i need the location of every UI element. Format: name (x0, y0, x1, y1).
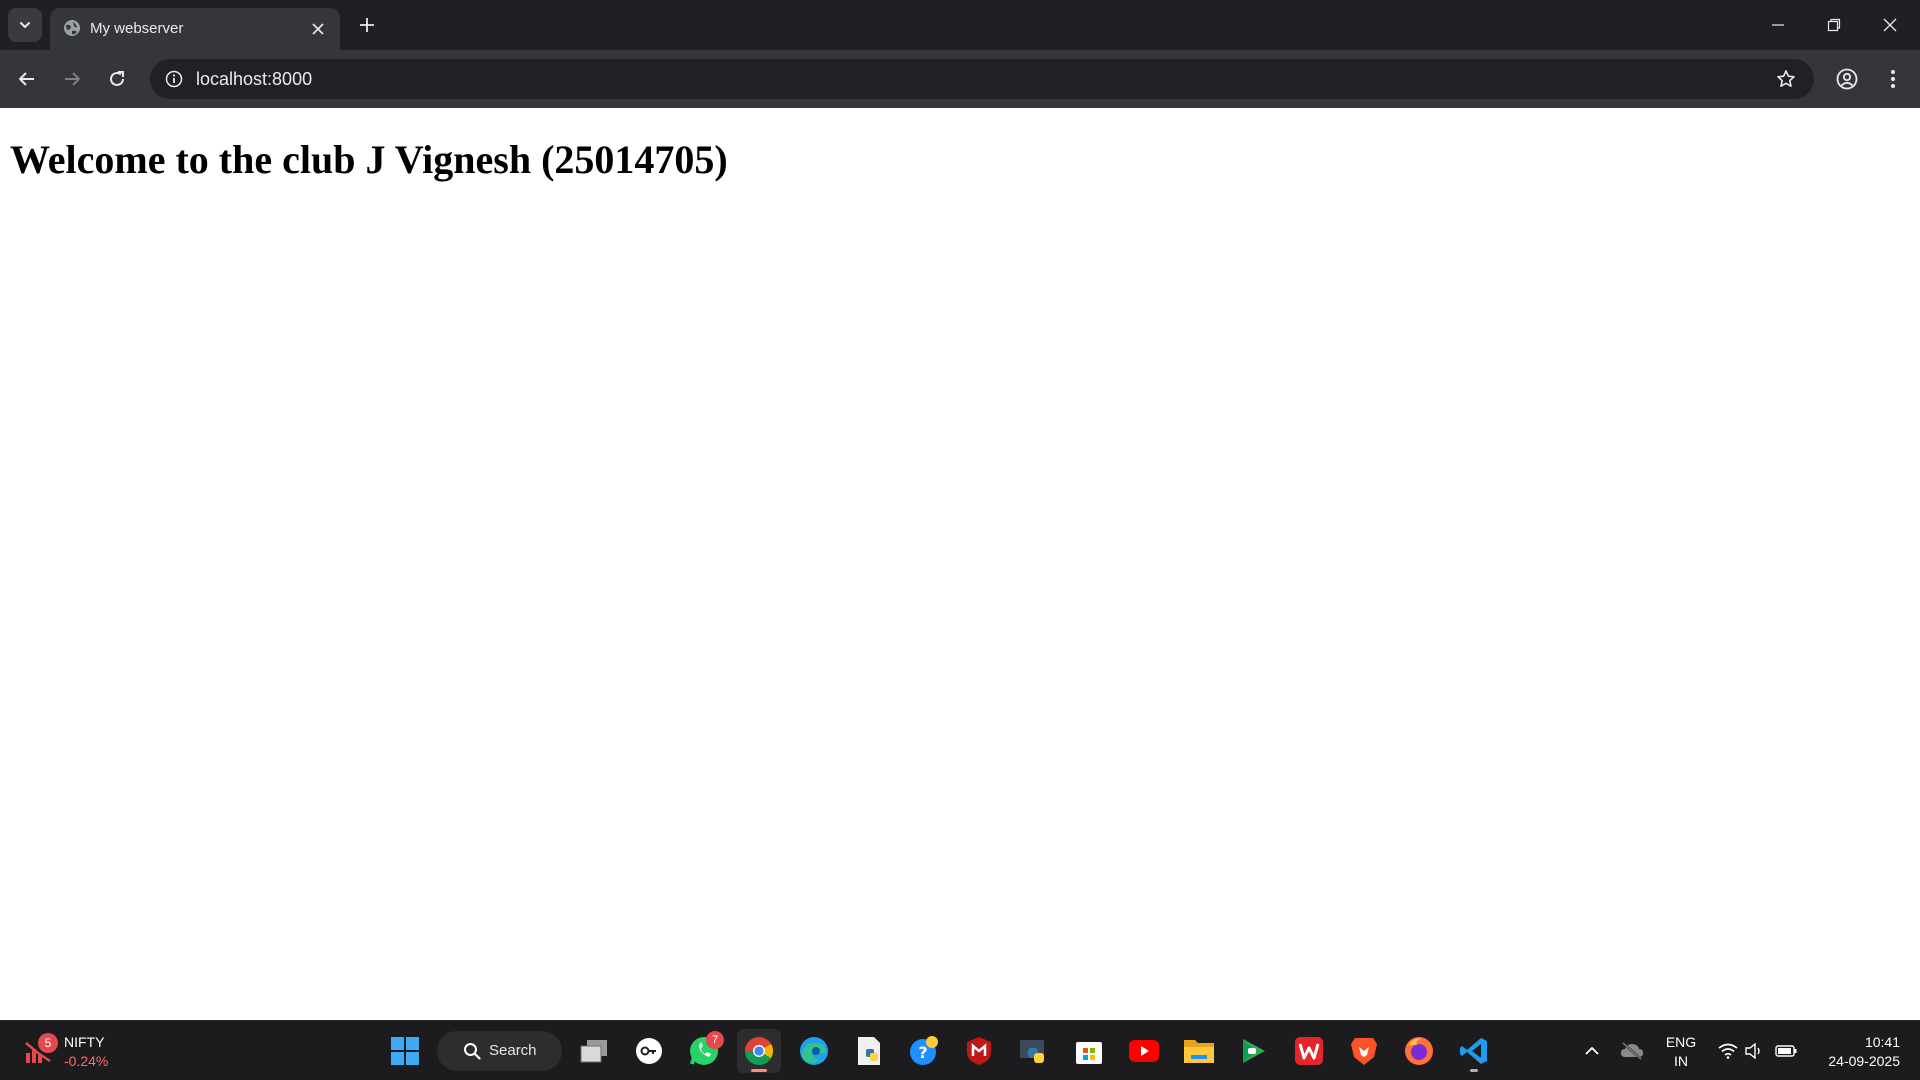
site-info-button[interactable] (160, 65, 188, 93)
clock[interactable]: 10:41 24-09-2025 (1810, 1033, 1900, 1071)
close-icon (312, 23, 324, 35)
key-icon (636, 1038, 662, 1064)
browser-tabstrip: My webserver (0, 0, 1920, 50)
active-indicator (751, 1069, 767, 1072)
whatsapp-badge: 7 (706, 1031, 724, 1049)
plus-icon (360, 18, 374, 32)
task-view-icon (580, 1040, 607, 1063)
taskbar-python-editor[interactable] (847, 1029, 891, 1073)
taskbar-edge[interactable] (792, 1029, 836, 1073)
clock-time: 10:41 (1864, 1034, 1900, 1050)
globe-icon (64, 20, 80, 36)
widget-title: NIFTY (64, 1034, 105, 1050)
widget-badge: 5 (38, 1033, 58, 1053)
taskbar-mcafee[interactable] (957, 1029, 1001, 1073)
taskbar-chrome[interactable] (737, 1029, 781, 1073)
browser-tab[interactable]: My webserver (50, 8, 340, 50)
taskbar-microsoft-store[interactable] (1067, 1029, 1111, 1073)
taskbar-vscode[interactable] (1452, 1029, 1496, 1073)
clock-date: 24-09-2025 (1828, 1053, 1900, 1069)
search-icon (464, 1043, 481, 1060)
taskbar-python[interactable] (1012, 1029, 1056, 1073)
windows-logo-icon (391, 1037, 419, 1065)
youtube-icon (1129, 1040, 1159, 1062)
widget-value: -0.24% (64, 1053, 109, 1069)
address-bar[interactable]: localhost:8000 (150, 59, 1814, 99)
play-games-icon (1243, 1039, 1265, 1063)
minimize-button[interactable] (1750, 0, 1806, 50)
arrow-left-icon (19, 72, 34, 86)
chevron-down-icon (20, 22, 30, 28)
python-file-icon (858, 1037, 880, 1065)
chevron-up-icon (1585, 1046, 1599, 1055)
more-vert-icon (1891, 70, 1895, 88)
volume-button[interactable] (1738, 1035, 1770, 1067)
running-indicator (1470, 1069, 1478, 1072)
tab-close-button[interactable] (308, 19, 328, 39)
svg-text:?: ? (918, 1043, 927, 1062)
taskbar-wps-office[interactable] (1287, 1029, 1331, 1073)
browser-toolbar: localhost:8000 (0, 50, 1920, 108)
close-icon (1883, 18, 1897, 32)
chrome-icon (745, 1037, 773, 1065)
cloud-offline-icon (1621, 1042, 1643, 1060)
taskbar-whatsapp[interactable]: 7 (682, 1029, 726, 1073)
forward-button[interactable] (55, 62, 89, 96)
taskbar-file-explorer[interactable] (1177, 1029, 1221, 1073)
reload-button[interactable] (100, 62, 134, 96)
profile-icon (1836, 68, 1858, 90)
start-button[interactable] (383, 1029, 427, 1073)
python-icon (1020, 1040, 1044, 1063)
brave-icon (1351, 1038, 1377, 1065)
taskbar-play-games[interactable] (1232, 1029, 1276, 1073)
taskbar-task-view[interactable] (572, 1029, 616, 1073)
store-icon (1076, 1042, 1102, 1064)
page-heading: Welcome to the club J Vignesh (25014705) (10, 137, 728, 182)
back-button[interactable] (10, 62, 44, 96)
battery-icon (1775, 1045, 1797, 1057)
star-icon (1777, 70, 1795, 87)
wps-icon (1295, 1037, 1323, 1065)
page-content: Welcome to the club J Vignesh (25014705) (0, 108, 1920, 1020)
restore-icon (1827, 18, 1841, 32)
close-window-button[interactable] (1862, 0, 1918, 50)
mcafee-icon (967, 1037, 991, 1065)
tab-title: My webserver (90, 20, 184, 37)
wifi-icon (1718, 1043, 1738, 1059)
arrow-right-icon (65, 72, 80, 86)
show-hidden-icons-button[interactable] (1576, 1035, 1608, 1067)
region-code: IN (1674, 1053, 1688, 1069)
stock-widget[interactable]: 5 NIFTY -0.24% (20, 1027, 140, 1075)
folder-icon (1184, 1040, 1214, 1063)
search-label: Search (489, 1042, 537, 1059)
taskbar-youtube[interactable] (1122, 1029, 1166, 1073)
volume-icon (1745, 1043, 1760, 1059)
tab-search-button[interactable] (8, 8, 42, 42)
minimize-icon (1772, 24, 1784, 26)
vscode-icon (1460, 1038, 1487, 1064)
taskbar-search[interactable]: Search (437, 1031, 562, 1071)
taskbar-password-manager[interactable] (627, 1029, 671, 1073)
firefox-icon (1405, 1037, 1433, 1065)
onedrive-button[interactable] (1616, 1035, 1648, 1067)
info-icon (165, 70, 183, 88)
language-code: ENG (1665, 1034, 1697, 1050)
url-text[interactable]: localhost:8000 (196, 69, 312, 90)
battery-button[interactable] (1770, 1035, 1802, 1067)
reload-icon (110, 71, 124, 86)
help-icon: ? (910, 1036, 938, 1065)
taskbar-firefox[interactable] (1397, 1029, 1441, 1073)
edge-icon (800, 1037, 828, 1065)
taskbar-get-help[interactable]: ? (902, 1029, 946, 1073)
language-indicator[interactable]: ENG IN (1656, 1033, 1706, 1071)
taskbar-brave[interactable] (1342, 1029, 1386, 1073)
menu-button[interactable] (1876, 62, 1910, 96)
bookmark-button[interactable] (1772, 65, 1800, 93)
new-tab-button[interactable] (352, 10, 382, 40)
taskbar: 5 NIFTY -0.24% Search 7 ? ENG IN 10:41 2… (0, 1020, 1920, 1080)
profile-button[interactable] (1830, 62, 1864, 96)
restore-button[interactable] (1806, 0, 1862, 50)
